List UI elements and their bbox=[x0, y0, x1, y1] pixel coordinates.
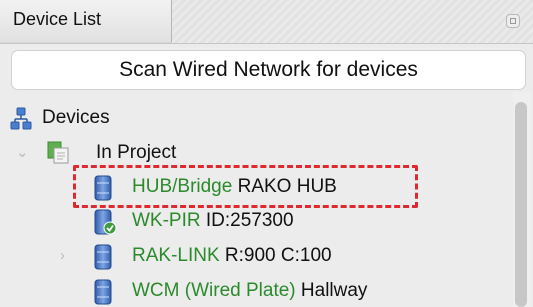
tree-item-wcm[interactable]: WCM (Wired Plate) Hallway bbox=[0, 278, 420, 306]
highlight-box bbox=[73, 165, 418, 208]
device-icon bbox=[94, 244, 112, 270]
tree-item-text: WK-PIR ID:257300 bbox=[132, 208, 294, 234]
scan-network-button[interactable]: Scan Wired Network for devices bbox=[11, 50, 526, 90]
tab-device-list[interactable]: Device List bbox=[0, 0, 172, 43]
device-name-label: Hallway bbox=[300, 280, 368, 301]
chevron-down-icon[interactable]: ⌄ bbox=[16, 143, 29, 163]
scrollbar-thumb[interactable] bbox=[515, 102, 527, 307]
tree-item-rak-link[interactable]: › RAK-LINK R:900 C:100 bbox=[0, 243, 420, 271]
tree-item-text: WCM (Wired Plate) Hallway bbox=[132, 278, 367, 304]
tree-item-text: RAK-LINK R:900 C:100 bbox=[132, 243, 332, 269]
chevron-right-icon[interactable]: › bbox=[60, 246, 65, 266]
tree-root-label: Devices bbox=[42, 107, 110, 128]
tree-item-wk-pir[interactable]: WK-PIR ID:257300 bbox=[0, 208, 420, 236]
tree-group-label: In Project bbox=[96, 142, 177, 163]
panel-restore-icon[interactable] bbox=[506, 14, 520, 28]
device-type-label: RAK-LINK bbox=[132, 245, 220, 266]
project-icon bbox=[47, 141, 69, 164]
tab-label: Device List bbox=[13, 9, 102, 29]
device-name-label: ID:257300 bbox=[205, 210, 294, 231]
device-icon bbox=[94, 279, 112, 305]
network-icon bbox=[10, 107, 32, 130]
device-type-label: WK-PIR bbox=[132, 210, 201, 231]
tree-group-in-project[interactable]: ⌄ In Project bbox=[0, 140, 260, 168]
panel-tab-strip: Device List bbox=[0, 0, 533, 44]
tree-root-devices[interactable]: Devices bbox=[0, 105, 200, 133]
device-name-label: R:900 C:100 bbox=[224, 245, 332, 266]
device-type-label: WCM (Wired Plate) bbox=[132, 280, 296, 301]
device-check-icon bbox=[94, 209, 117, 235]
